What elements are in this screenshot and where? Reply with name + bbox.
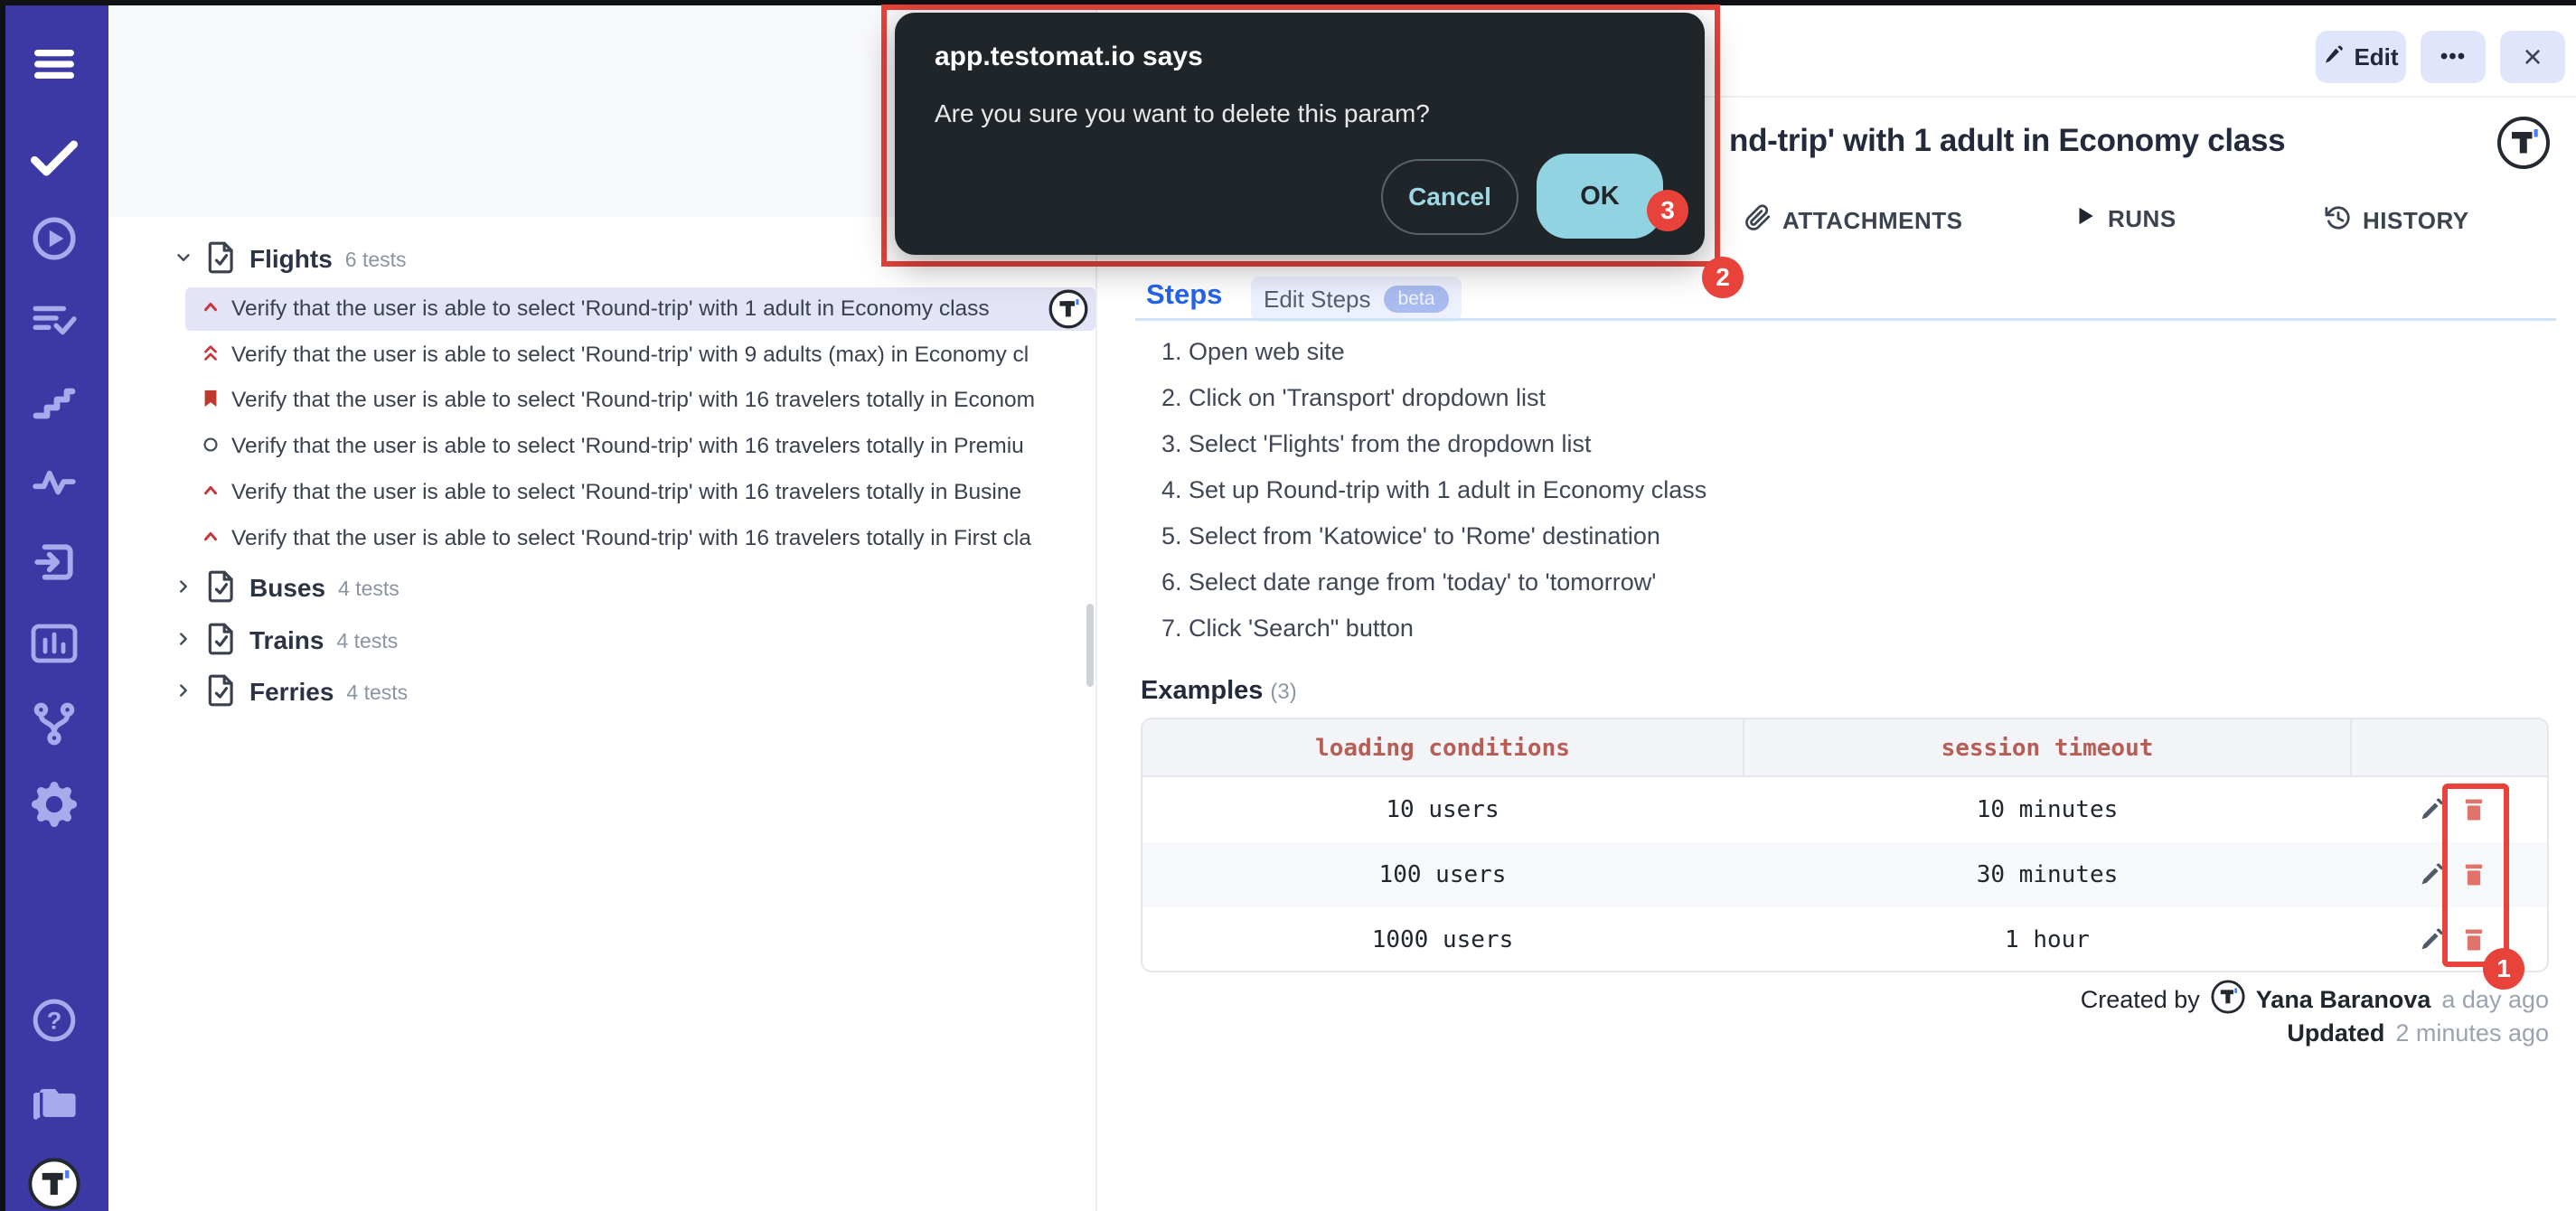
test-plans-list-check-icon[interactable] xyxy=(32,297,77,343)
beta-badge: beta xyxy=(1384,286,1450,313)
chevron-right-icon[interactable] xyxy=(174,629,193,653)
tab-attachments[interactable]: ATTACHMENTS xyxy=(1744,204,1963,238)
gear-icon[interactable] xyxy=(32,782,77,827)
window-edge-left xyxy=(0,0,5,1211)
pulse-icon[interactable] xyxy=(32,459,77,504)
test-row[interactable]: Verify that the user is able to select '… xyxy=(201,516,1095,561)
step-item: 7. Click 'Search" button xyxy=(1161,609,1414,647)
menu-icon[interactable] xyxy=(33,46,76,82)
chevron-down-icon[interactable] xyxy=(174,248,193,272)
document-check-icon xyxy=(206,673,237,712)
runs-play-circle-icon[interactable] xyxy=(32,216,77,261)
tree-folder-trains[interactable]: Trains 4 tests xyxy=(174,618,398,663)
step-item: 4. Set up Round-trip with 1 adult in Eco… xyxy=(1161,471,1706,509)
updated-line: Updated 2 minutes ago xyxy=(2287,1015,2549,1051)
scrollbar[interactable] xyxy=(1086,604,1094,687)
edit-row-icon[interactable] xyxy=(2419,862,2444,887)
import-icon[interactable] xyxy=(32,540,77,585)
chevron-right-icon[interactable] xyxy=(174,681,193,705)
tests-check-icon[interactable] xyxy=(31,138,78,178)
automated-badge-icon xyxy=(1048,289,1088,333)
edit-row-icon[interactable] xyxy=(2419,927,2444,953)
tree-folder-ferries[interactable]: Ferries 4 tests xyxy=(174,670,408,715)
tab-runs[interactable]: RUNS xyxy=(2073,204,2176,234)
step-item: 3. Select 'Flights' from the dropdown li… xyxy=(1161,425,1592,463)
document-check-icon xyxy=(206,569,237,608)
close-icon: × xyxy=(2523,38,2542,76)
test-row[interactable]: Verify that the user is able to select '… xyxy=(201,378,1095,423)
test-row[interactable]: Verify that the user is able to select '… xyxy=(201,424,1095,469)
table-row: 1000 users 1 hour xyxy=(1142,907,2547,972)
steps-underline xyxy=(1135,318,2556,321)
priority-double-caret-up-icon xyxy=(201,343,221,369)
more-button[interactable]: ••• xyxy=(2421,31,2486,83)
edit-steps-button[interactable]: Edit Steps beta xyxy=(1251,277,1462,322)
dialog-title: app.testomat.io says xyxy=(935,42,1203,72)
examples-count: (3) xyxy=(1270,680,1296,704)
priority-circle-icon xyxy=(201,435,221,459)
examples-heading: Examples(3) xyxy=(1141,676,1297,706)
document-check-icon xyxy=(206,622,237,661)
column-header: session timeout xyxy=(1744,719,2350,777)
edit-row-icon[interactable] xyxy=(2419,797,2444,822)
browser-dialog: app.testomat.io says Are you sure you wa… xyxy=(895,13,1705,255)
step-item: 1. Open web site xyxy=(1161,333,1345,371)
step-item: 2. Click on 'Transport' dropdown list xyxy=(1161,379,1546,417)
annotation-badge-3: 3 xyxy=(1647,190,1688,231)
test-title: nd-trip' with 1 adult in Economy class xyxy=(1729,123,2285,159)
play-icon xyxy=(2073,204,2097,234)
sidebar: ? xyxy=(0,0,108,1211)
chevron-right-icon[interactable] xyxy=(174,577,193,601)
paperclip-icon xyxy=(1744,204,1772,238)
tree-folder-flights[interactable]: Flights 6 tests xyxy=(174,237,407,282)
priority-caret-up-icon xyxy=(201,481,221,505)
testomat-logo xyxy=(28,1158,80,1210)
created-by-line: Created by Yana Baranova a day ago xyxy=(2081,981,2549,1018)
test-row[interactable]: Verify that the user is able to select '… xyxy=(201,470,1095,515)
testomat-badge-icon xyxy=(2496,116,2551,174)
created-ago: a day ago xyxy=(2441,986,2549,1014)
tab-history[interactable]: HISTORY xyxy=(2325,204,2469,238)
document-check-icon xyxy=(206,240,237,279)
column-header: loading conditions xyxy=(1142,719,1743,777)
step-item: 5. Select from 'Katowice' to 'Rome' dest… xyxy=(1161,517,1660,555)
folders-icon[interactable] xyxy=(31,1081,78,1124)
annotation-badge-1: 1 xyxy=(2483,948,2524,990)
priority-bookmark-icon xyxy=(201,388,221,414)
author-name: Yana Baranova xyxy=(2256,986,2431,1014)
priority-caret-up-icon xyxy=(201,527,221,551)
table-row: 10 users 10 minutes xyxy=(1142,777,2547,842)
ok-button[interactable]: OK xyxy=(1537,154,1663,239)
annotation-box-1 xyxy=(2442,784,2509,967)
steps-stairs-icon[interactable] xyxy=(33,380,76,423)
history-clock-icon xyxy=(2325,204,2352,238)
annotation-badge-2: 2 xyxy=(1702,257,1744,298)
updated-ago: 2 minutes ago xyxy=(2395,1019,2549,1047)
tree-folder-buses[interactable]: Buses 4 tests xyxy=(174,566,400,611)
avatar xyxy=(2211,980,2245,1020)
cancel-button[interactable]: Cancel xyxy=(1381,159,1518,235)
test-row[interactable]: Verify that the user is able to select '… xyxy=(201,333,1095,378)
priority-caret-up-icon xyxy=(201,297,221,322)
table-row: 100 users 30 minutes xyxy=(1142,842,2547,907)
help-icon[interactable]: ? xyxy=(32,998,77,1043)
svg-text:?: ? xyxy=(47,1006,62,1034)
close-button[interactable]: × xyxy=(2500,31,2565,83)
dialog-message: Are you sure you want to delete this par… xyxy=(935,99,1430,128)
edit-button[interactable]: Edit xyxy=(2316,31,2406,83)
analytics-bar-chart-icon[interactable] xyxy=(31,623,78,664)
examples-table: loading conditions session timeout 10 us… xyxy=(1141,718,2549,972)
branch-icon[interactable] xyxy=(32,701,77,746)
test-row[interactable]: Verify that the user is able to select '… xyxy=(201,286,1050,332)
app-window: ? IBusiness Funding 18 tests Manual18 Au… xyxy=(0,0,2576,1211)
steps-heading: Steps xyxy=(1146,278,1222,311)
pencil-icon xyxy=(2323,44,2345,70)
step-item: 6. Select date range from 'today' to 'to… xyxy=(1161,563,1656,601)
